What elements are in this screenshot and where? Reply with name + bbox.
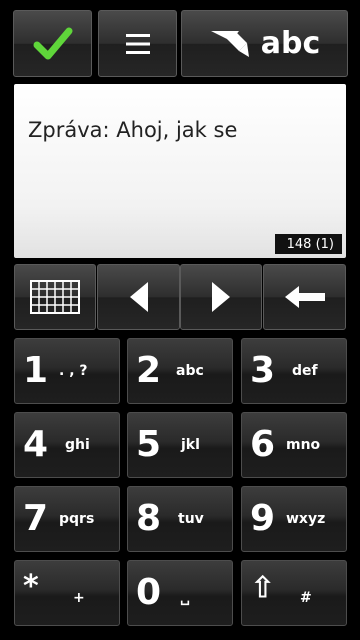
char-counter: 148 (1)	[274, 234, 342, 254]
key-letters: mno	[286, 437, 321, 453]
key-letters: jkl	[181, 437, 200, 453]
keyboard-toggle-button[interactable]	[14, 264, 96, 330]
key-digit: 1	[23, 350, 49, 391]
backspace-icon	[284, 286, 325, 308]
key-digit: 3	[250, 350, 276, 391]
key-letters: def	[292, 363, 318, 379]
key-digit: 4	[23, 424, 49, 465]
key-letters: #	[300, 589, 312, 606]
key-letters: . , ?	[59, 363, 88, 379]
checkmark-icon	[33, 27, 72, 59]
key-digit: *	[23, 569, 39, 604]
key-digit: 0	[136, 572, 162, 613]
options-menu-button[interactable]	[98, 10, 177, 77]
key-letters: +	[73, 589, 85, 606]
keyboard-icon	[30, 280, 80, 314]
key-3[interactable]: 3 def	[241, 338, 347, 404]
input-mode-button[interactable]: abc	[181, 10, 348, 77]
key-4[interactable]: 4 ghi	[14, 412, 120, 478]
input-mode-label: abc	[260, 26, 321, 61]
key-8[interactable]: 8 tuv	[127, 486, 233, 552]
key-digit: 2	[136, 350, 162, 391]
key-5[interactable]: 5 jkl	[127, 412, 233, 478]
key-2[interactable]: 2 abc	[127, 338, 233, 404]
key-letters: pqrs	[59, 511, 95, 527]
key-9[interactable]: 9 wxyz	[241, 486, 347, 552]
key-digit: 5	[136, 424, 162, 465]
menu-icon	[125, 33, 150, 54]
arrow-right-icon	[212, 282, 230, 312]
key-letters: wxyz	[286, 511, 326, 527]
key-0[interactable]: 0 ␣	[127, 560, 233, 626]
cursor-left-button[interactable]	[97, 264, 180, 330]
pencil-icon	[210, 30, 249, 57]
confirm-button[interactable]	[13, 10, 92, 77]
key-letters: ghi	[65, 437, 90, 453]
key-star[interactable]: * +	[14, 560, 120, 626]
key-digit: 6	[250, 424, 276, 465]
cursor-right-button[interactable]	[180, 264, 262, 330]
key-6[interactable]: 6 mno	[241, 412, 347, 478]
key-letters: tuv	[178, 511, 204, 527]
key-1[interactable]: 1 . , ?	[14, 338, 120, 404]
key-digit: 9	[250, 498, 276, 539]
key-letters: abc	[176, 363, 204, 379]
message-text: Zpráva: Ahoj, jak se	[28, 118, 238, 142]
backspace-button[interactable]	[263, 264, 346, 330]
key-digit: ⇧	[250, 570, 276, 606]
key-digit: 7	[23, 498, 49, 539]
key-letters: ␣	[180, 589, 191, 606]
key-digit: 8	[136, 498, 162, 539]
arrow-left-icon	[129, 282, 148, 312]
key-7[interactable]: 7 pqrs	[14, 486, 120, 552]
message-editor[interactable]: Zpráva: Ahoj, jak se 148 (1)	[14, 84, 346, 258]
key-shift[interactable]: ⇧ #	[241, 560, 347, 626]
